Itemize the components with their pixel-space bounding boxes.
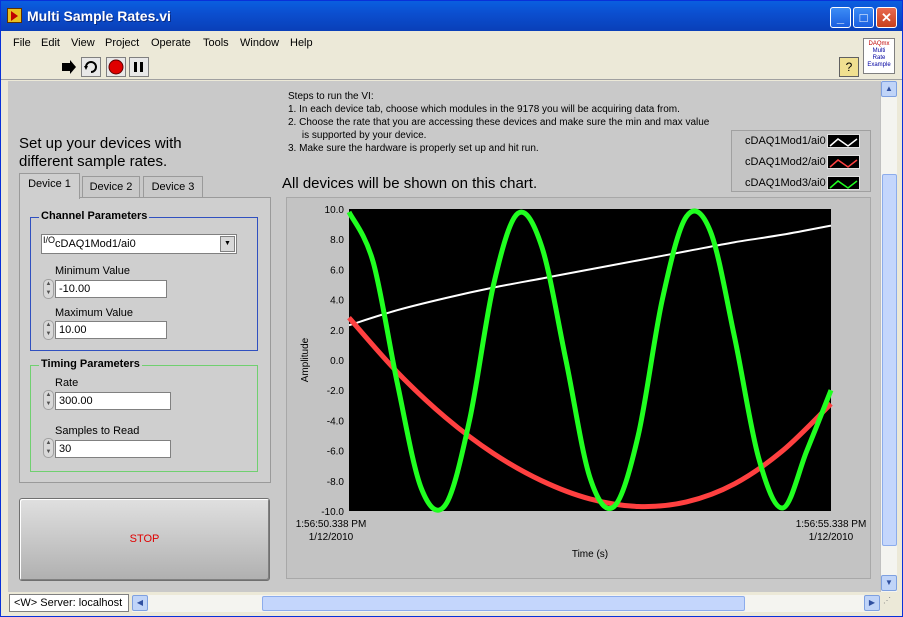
- io-icon: I/O: [43, 235, 56, 245]
- samples-stepper[interactable]: ▲ ▼: [43, 438, 54, 458]
- instruction-line: is supported by your device.: [288, 130, 427, 141]
- legend-item[interactable]: cDAQ1Mod1/ai0: [732, 131, 872, 151]
- y-tick-label: 10.0: [325, 205, 345, 216]
- instruction-line: Steps to run the VI:: [288, 91, 374, 102]
- physical-channel-select[interactable]: I/O cDAQ1Mod1/ai0 ▼: [41, 234, 237, 254]
- legend-swatch: [827, 176, 860, 190]
- legend-item[interactable]: cDAQ1Mod2/ai0: [732, 152, 872, 172]
- stop-button[interactable]: STOP: [19, 498, 270, 581]
- rate-input[interactable]: 300.00: [55, 392, 171, 410]
- maximize-button[interactable]: □: [853, 7, 874, 28]
- y-tick-label: -8.0: [327, 477, 345, 488]
- menu-tools[interactable]: Tools: [203, 37, 229, 49]
- menu-view[interactable]: View: [71, 37, 95, 49]
- horizontal-scrollbar[interactable]: ◀ ▶: [132, 595, 880, 612]
- horizontal-scroll-thumb[interactable]: [262, 596, 745, 611]
- scroll-right-icon[interactable]: ▶: [864, 595, 880, 611]
- tab-device-1[interactable]: Device 1: [19, 173, 80, 199]
- pause-icon[interactable]: [129, 57, 149, 77]
- window-title: Multi Sample Rates.vi: [27, 8, 171, 24]
- y-tick-label: 8.0: [330, 235, 344, 246]
- context-help-button[interactable]: ?: [839, 57, 859, 77]
- close-button[interactable]: ✕: [876, 7, 897, 28]
- legend-swatch: [827, 134, 860, 148]
- maximum-value-input[interactable]: 10.00: [55, 321, 167, 339]
- instruction-line: 3. Make sure the hardware is properly se…: [288, 143, 539, 154]
- minimum-value-label: Minimum Value: [55, 265, 130, 277]
- legend-item[interactable]: cDAQ1Mod3/ai0: [732, 173, 872, 193]
- toolbar: [1, 54, 902, 80]
- y-tick-label: 6.0: [330, 265, 344, 276]
- resize-grip-icon[interactable]: ⋰: [883, 596, 899, 612]
- chevron-down-icon[interactable]: ▼: [220, 236, 235, 252]
- scroll-down-icon[interactable]: ▼: [881, 575, 897, 591]
- vertical-scrollbar[interactable]: ▲ ▼: [880, 81, 897, 592]
- y-tick-label: -2.0: [327, 386, 345, 397]
- x-tick-start-date: 1/12/2010: [309, 532, 354, 543]
- vertical-scroll-thumb[interactable]: [882, 174, 897, 546]
- y-tick-label: -10.0: [321, 507, 344, 518]
- scroll-up-icon[interactable]: ▲: [881, 81, 897, 97]
- maximum-value-label: Maximum Value: [55, 307, 134, 319]
- chart-heading: All devices will be shown on this chart.: [282, 175, 538, 192]
- app-window: Multi Sample Rates.vi _ □ ✕ File Edit Vi…: [0, 0, 903, 617]
- status-bar: <W> Server: localhost ◀ ▶ ⋰: [1, 592, 902, 616]
- physical-channel-value: cDAQ1Mod1/ai0: [55, 238, 136, 250]
- waveform-chart[interactable]: 10.0 8.0 6.0 4.0 2.0 0.0 -2.0 -4.0 -6.0 -8.0 -10.0…: [286, 197, 871, 579]
- tab-device-3[interactable]: Device 3: [143, 176, 203, 198]
- run-continuously-icon[interactable]: [81, 57, 101, 77]
- y-tick-label: 4.0: [330, 296, 344, 307]
- title-bar[interactable]: Multi Sample Rates.vi _ □ ✕: [1, 1, 902, 31]
- minimum-value-stepper[interactable]: ▲ ▼: [43, 279, 54, 299]
- y-axis-label: Amplitude: [300, 337, 311, 382]
- x-tick-start-time: 1:56:50.338 PM: [296, 519, 367, 530]
- y-tick-label: -4.0: [327, 416, 345, 427]
- samples-to-read-label: Samples to Read: [55, 425, 140, 437]
- menu-file[interactable]: File: [13, 37, 31, 49]
- minimum-value-input[interactable]: -10.00: [55, 280, 167, 298]
- instruction-line: 1. In each device tab, choose which modu…: [288, 104, 680, 115]
- tab-device-2[interactable]: Device 2: [82, 176, 140, 198]
- x-axis-label: Time (s): [572, 549, 608, 560]
- instruction-line: 2. Choose the rate that you are accessin…: [288, 117, 710, 128]
- plot-legend[interactable]: cDAQ1Mod1/ai0 cDAQ1Mod2/ai0 cDAQ1Mod3/ai…: [731, 130, 871, 192]
- samples-to-read-input[interactable]: 30: [55, 440, 171, 458]
- menu-operate[interactable]: Operate: [151, 37, 191, 49]
- timing-parameters-title: Timing Parameters: [39, 358, 142, 370]
- rate-stepper[interactable]: ▲ ▼: [43, 390, 54, 410]
- maximum-value-stepper[interactable]: ▲ ▼: [43, 320, 54, 340]
- menu-project[interactable]: Project: [105, 37, 139, 49]
- y-tick-label: 2.0: [330, 326, 344, 337]
- scroll-left-icon[interactable]: ◀: [132, 595, 148, 611]
- legend-swatch: [827, 155, 860, 169]
- menu-bar: File Edit View Project Operate Tools Win…: [1, 32, 902, 54]
- menu-edit[interactable]: Edit: [41, 37, 60, 49]
- menu-help[interactable]: Help: [290, 37, 313, 49]
- vi-icon: [7, 8, 22, 23]
- y-tick-label: -6.0: [327, 447, 345, 458]
- minimize-button[interactable]: _: [830, 7, 851, 28]
- y-tick-label: 0.0: [330, 356, 344, 367]
- x-tick-end-time: 1:56:55.338 PM: [796, 519, 867, 530]
- server-status[interactable]: <W> Server: localhost: [9, 594, 129, 612]
- menu-window[interactable]: Window: [240, 37, 279, 49]
- run-arrow-icon[interactable]: [59, 57, 79, 77]
- x-tick-end-date: 1/12/2010: [809, 532, 854, 543]
- rate-label: Rate: [55, 377, 79, 389]
- channel-parameters-title: Channel Parameters: [39, 210, 150, 222]
- instructions: Steps to run the VI: 1. In each device t…: [288, 90, 738, 155]
- abort-icon[interactable]: [106, 57, 126, 77]
- setup-heading: Set up your devices with different sampl…: [19, 135, 182, 170]
- daqmx-example-logo: DAQmx Multi Rate Example: [863, 38, 895, 74]
